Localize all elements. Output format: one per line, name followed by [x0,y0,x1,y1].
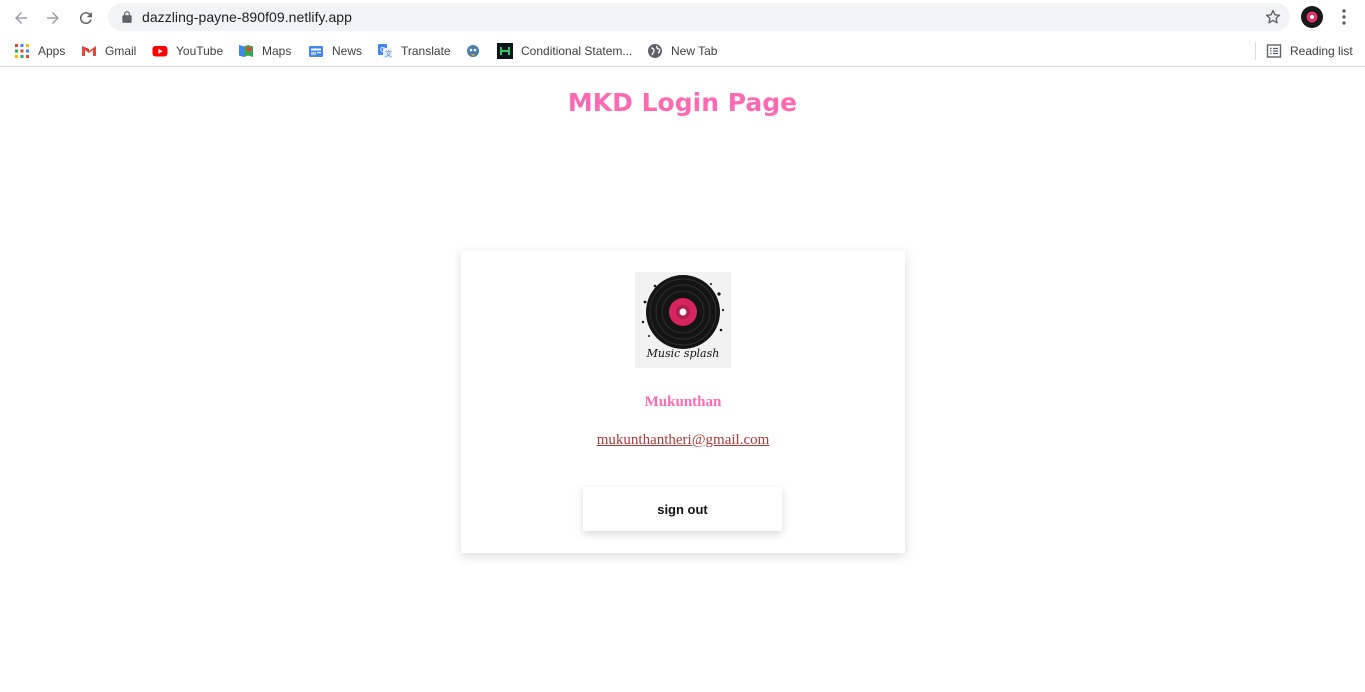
arrow-left-icon [15,12,27,24]
reload-icon [79,12,92,25]
bookmark-label: Conditional Statem... [521,44,633,58]
user-name: Mukunthan [644,394,722,410]
bookmark-label: Maps [262,44,292,58]
page-title: MKD Login Page [567,88,798,117]
profile-card: Mukunthan mukunthantheri@gmail.com sign … [461,250,905,553]
reading-list-label: Reading list [1290,44,1353,58]
bookmark-news[interactable]: News [308,41,362,61]
logo-lettering: Music splash [646,347,720,360]
apps-grid-icon [15,44,29,58]
bookmark-bird[interactable] [465,41,489,61]
bookmark-label: New Tab [671,44,718,58]
bookmark-label: News [332,44,363,58]
bookmark-maps[interactable]: Maps [238,41,291,61]
bookmark-conditional-statements[interactable]: Conditional Statem... [497,41,632,61]
bookmark-translate[interactable]: G文 Translate [377,41,451,61]
bookmark-label: Gmail [105,44,137,58]
bookmark-label: Translate [401,44,451,58]
reload-button[interactable] [73,5,99,31]
bookmark-new-tab[interactable]: New Tab [647,41,717,61]
hackerrank-icon [497,43,513,59]
gmail-icon [82,46,96,56]
svg-text:文: 文 [385,49,392,58]
maps-icon [239,45,253,57]
bookmarks-bar: Apps Gmail YouTube Maps News G文 Translat… [0,35,1365,67]
user-email-link[interactable]: mukunthantheri@gmail.com [461,432,905,449]
translate-icon: G文 [378,44,392,58]
reading-list-button[interactable]: Reading list [1266,41,1353,61]
vinyl-icon [1305,10,1319,24]
bookmark-apps[interactable]: Apps [14,41,65,61]
news-icon [309,46,323,57]
globe-icon [648,44,662,58]
profile-avatar[interactable] [1301,6,1323,28]
youtube-icon [152,46,168,57]
forward-button[interactable] [40,5,66,31]
bird-icon [467,45,479,57]
address-bar[interactable]: dazzling-payne-890f09.netlify.app [108,3,1290,31]
bookmark-youtube[interactable]: YouTube [152,41,223,61]
lock-icon [122,11,132,23]
more-menu-icon[interactable] [1336,8,1352,26]
sign-out-button[interactable]: sign out [583,487,782,531]
url-text[interactable]: dazzling-payne-890f09.netlify.app [142,9,352,25]
bookmark-label: YouTube [176,44,224,58]
bookmark-star-icon[interactable] [1264,8,1282,26]
reading-list-icon [1266,44,1282,58]
bookmark-label: Apps [38,44,66,58]
bookmarks-divider [1255,42,1256,60]
bookmark-gmail[interactable]: Gmail [81,41,136,61]
arrow-right-icon [47,12,59,24]
back-button[interactable] [8,5,34,31]
browser-toolbar: dazzling-payne-890f09.netlify.app [0,0,1365,35]
